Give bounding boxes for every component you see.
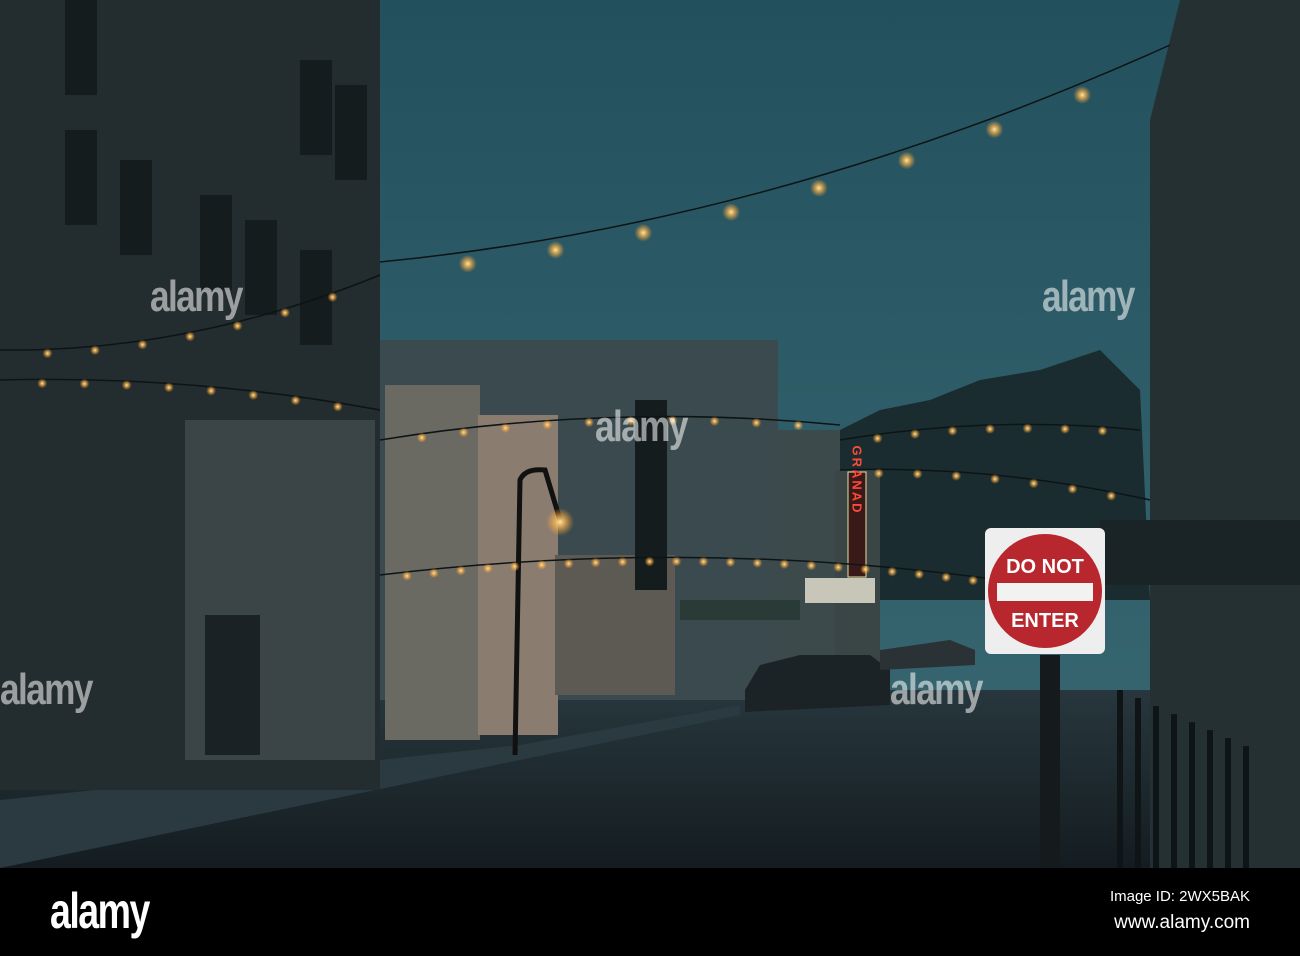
light-bulb bbox=[401, 570, 412, 581]
light-bulb bbox=[590, 557, 601, 568]
light-bulb bbox=[722, 203, 741, 222]
light-bulb bbox=[897, 151, 916, 170]
light-bulb bbox=[327, 292, 338, 303]
light-bulb bbox=[671, 556, 682, 567]
light-bulb bbox=[806, 560, 817, 571]
light-bulb bbox=[887, 566, 898, 577]
window bbox=[335, 85, 367, 180]
light-bulb bbox=[1060, 424, 1070, 434]
window bbox=[65, 130, 97, 225]
light-bulb bbox=[698, 556, 709, 567]
street-lamp-glow bbox=[546, 508, 574, 536]
light-bulb bbox=[1073, 85, 1092, 104]
light-bulb bbox=[751, 417, 762, 428]
window bbox=[120, 160, 152, 255]
light-bulb bbox=[793, 420, 804, 431]
watermark: alamy bbox=[0, 665, 93, 714]
light-bulb bbox=[833, 562, 844, 573]
light-bulb bbox=[121, 380, 132, 391]
window bbox=[245, 220, 277, 315]
light-bulb bbox=[42, 348, 53, 359]
light-bulb bbox=[914, 569, 925, 580]
light-bulb bbox=[985, 424, 995, 434]
light-bulb bbox=[546, 240, 565, 259]
light-bulb bbox=[482, 563, 493, 574]
light-bulb bbox=[725, 557, 736, 568]
light-bulb bbox=[752, 557, 763, 568]
light-bulb bbox=[416, 432, 427, 443]
light-bulb bbox=[206, 385, 217, 396]
image-id: Image ID: 2WX5BAK bbox=[1109, 888, 1250, 905]
light-bulb bbox=[542, 419, 553, 430]
light-bulb bbox=[1067, 484, 1078, 494]
light-bulb bbox=[428, 568, 439, 579]
building-right-awning bbox=[1100, 520, 1300, 585]
light-bulb bbox=[990, 474, 1000, 484]
site-url[interactable]: www.alamy.com bbox=[1114, 912, 1250, 934]
light-bulb bbox=[1022, 423, 1033, 434]
watermark: alamy bbox=[595, 402, 688, 451]
light-bulb bbox=[536, 559, 547, 570]
light-bulb bbox=[910, 429, 920, 439]
window bbox=[300, 60, 332, 155]
light-bulb bbox=[1097, 425, 1108, 436]
light-bulb bbox=[584, 417, 595, 428]
light-bulb bbox=[458, 254, 477, 273]
light-bulb bbox=[332, 401, 343, 412]
storefront-glass bbox=[385, 385, 480, 740]
light-bulb bbox=[634, 223, 653, 242]
sign-text-do-not: DO NOT bbox=[1006, 556, 1084, 578]
watermark: alamy bbox=[890, 665, 983, 714]
light-bulb bbox=[280, 307, 290, 318]
watermark: alamy bbox=[150, 272, 243, 321]
light-bulb bbox=[809, 179, 828, 198]
light-bulb bbox=[1106, 490, 1117, 501]
storefront-door bbox=[205, 615, 260, 755]
sign-pole bbox=[1040, 655, 1060, 868]
light-bulb bbox=[563, 558, 574, 569]
light-bulb bbox=[500, 423, 511, 434]
light-bulb bbox=[163, 382, 174, 393]
car bbox=[745, 655, 890, 712]
light-bulb bbox=[458, 427, 469, 438]
sign-text-enter: ENTER bbox=[1011, 610, 1079, 632]
window bbox=[65, 0, 97, 95]
light-bulb bbox=[509, 561, 520, 572]
light-bulb bbox=[985, 120, 1004, 139]
light-bulb bbox=[860, 564, 871, 575]
light-bulb bbox=[185, 331, 195, 342]
light-bulb bbox=[644, 556, 655, 567]
stock-photo: GRANAD DO NOT ENTER alamy alamy alamy al… bbox=[0, 0, 1300, 956]
light-bulb bbox=[947, 425, 958, 436]
light-bulb bbox=[941, 572, 952, 583]
light-bulb bbox=[617, 556, 628, 567]
watermark: alamy bbox=[1042, 272, 1135, 321]
window bbox=[300, 250, 332, 345]
footer-bar: alamy Image ID: 2WX5BAK www.alamy.com bbox=[0, 868, 1300, 956]
awning bbox=[680, 600, 800, 620]
light-bulb bbox=[248, 390, 259, 401]
light-bulb bbox=[779, 559, 790, 570]
light-bulb bbox=[290, 395, 301, 406]
light-bulb bbox=[79, 378, 90, 389]
alamy-logo: alamy bbox=[50, 883, 150, 939]
light-bulb bbox=[137, 339, 148, 350]
light-bulb bbox=[709, 416, 720, 427]
light-bulb bbox=[951, 470, 962, 481]
light-bulb bbox=[968, 575, 979, 586]
light-bulb bbox=[455, 565, 466, 576]
light-bulb bbox=[232, 320, 243, 331]
light-bulb bbox=[90, 345, 100, 356]
light-bulb bbox=[912, 469, 923, 479]
light-bulb bbox=[37, 378, 48, 389]
light-bulb bbox=[1028, 478, 1039, 489]
window bbox=[635, 495, 667, 590]
marquee-board bbox=[805, 578, 875, 603]
theater-sign-text: GRANAD bbox=[850, 445, 865, 514]
light-bulb bbox=[873, 468, 884, 479]
light-bulb bbox=[872, 433, 883, 444]
